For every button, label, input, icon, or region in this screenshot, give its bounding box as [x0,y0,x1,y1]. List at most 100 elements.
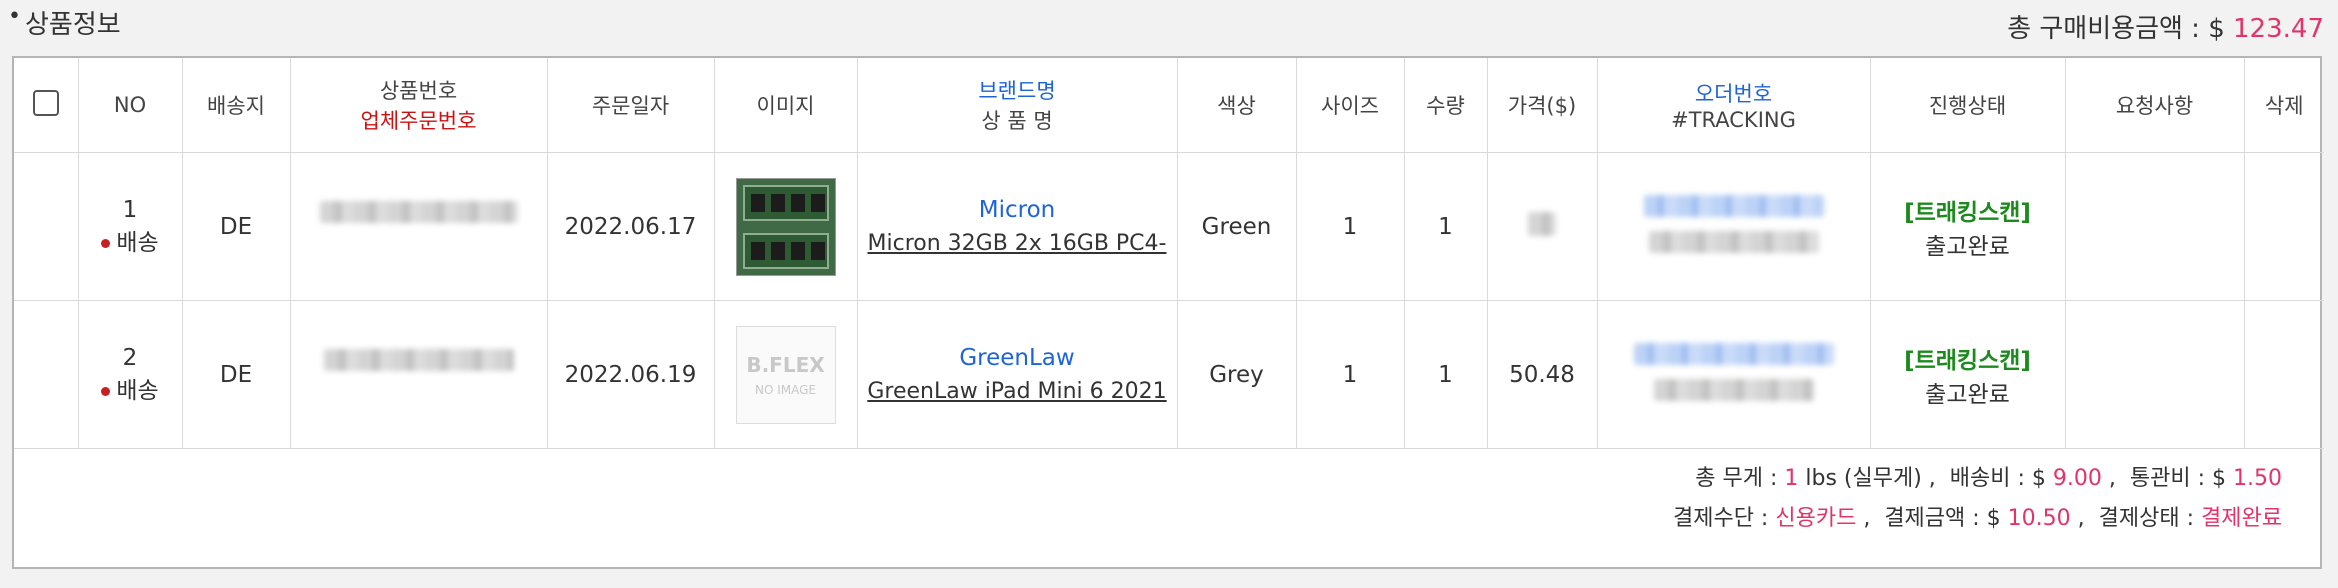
total-currency: $ [2208,14,2225,44]
header-price: 가격($) [1487,58,1598,153]
row-destination: DE [182,300,291,449]
row-select-cell [14,152,79,301]
header-brand-product: 브랜드명 상 품 명 [857,58,1178,153]
order-summary: 총 무게 : 1 lbs (실무게) , 배송비 : $ 9.00 , 통관비 … [1673,459,2282,539]
row-no: 1 [122,196,138,223]
redacted-block [323,348,514,371]
header-bar: • 상품정보 총 구매비용금액 : $ 123.47 [0,0,2338,54]
tracking-scan-link[interactable]: [트래킹스캔] [1872,341,2064,375]
header-quantity: 수량 [1404,58,1488,153]
row-order-tracking [1597,152,1871,301]
total-label: 총 구매비용금액 : [2007,14,2200,44]
row-delete [2244,152,2324,301]
redacted-block [319,200,518,223]
payment-amount-value: 10.50 [2007,506,2071,531]
ship-type-label: 배송 [116,229,159,256]
tracking-number-redacted [1599,230,1869,259]
brand-link[interactable]: GreenLaw [859,345,1176,371]
brand-link[interactable]: Micron [859,197,1176,223]
row-status: [트래킹스캔] 출고완료 [1870,300,2066,449]
section-title-text: 상품정보 [24,10,121,40]
row-price [1487,152,1598,301]
header-order-tracking: 오더번호 #TRACKING [1597,58,1871,153]
row-request [2065,152,2245,301]
redacted-block [1648,230,1819,253]
payment-amount-label: 결제금액 : $ [1884,506,2001,531]
tracking-scan-link[interactable]: [트래킹스캔] [1872,193,2064,227]
product-number-redacted [292,348,546,377]
price-redacted [1528,211,1556,236]
header-size: 사이즈 [1296,58,1405,153]
row-quantity: 1 [1404,300,1488,449]
table-header-row: NO 배송지 상품번호 업체주문번호 주문일자 이미지 브랜드명 상 품 명 색… [14,58,2324,153]
header-image: 이미지 [714,58,858,153]
product-name-link[interactable]: GreenLaw iPad Mini 6 2021 [867,379,1166,404]
row-delete [2244,300,2324,449]
table-row: 2 배송 DE 2022.06.19 B.FLEX NO IMAGE Green… [14,300,2324,449]
payment-method-value: 신용카드 [1775,506,1857,531]
ram-stick [742,232,829,269]
row-image-cell [714,152,858,301]
product-thumbnail[interactable] [735,177,836,276]
header-product-number: 상품번호 업체주문번호 [290,58,548,153]
select-all-checkbox[interactable] [32,89,59,116]
row-status: [트래킹스캔] 출고완료 [1870,152,2066,301]
header-color: 색상 [1177,58,1297,153]
header-request: 요청사항 [2065,58,2245,153]
summary-line-payment: 결제수단 : 신용카드 , 결제금액 : $ 10.50 , 결제상태 : 결제… [1673,499,2282,539]
row-brand-product: GreenLaw GreenLaw iPad Mini 6 2021 [857,300,1178,449]
header-brand: 브랜드명 [978,79,1056,103]
customs-value: 1.50 [2233,466,2282,491]
weight-unit: lbs (실무게) , [1805,466,1936,491]
header-product-number-label: 상품번호 [379,79,458,103]
weight-value: 1 [1784,466,1799,491]
row-product-number [290,300,548,449]
ram-stick [742,184,829,221]
no-image-placeholder[interactable]: B.FLEX NO IMAGE [735,325,836,424]
row-price: 50.48 [1487,300,1598,449]
bullet-icon: • [8,4,21,29]
order-number-redacted[interactable] [1599,194,1869,223]
header-delete: 삭제 [2244,58,2324,153]
row-no: 2 [122,344,138,371]
row-request [2065,300,2245,449]
payment-method-label: 결제수단 : [1672,506,1769,531]
header-vendor-order-number: 업체주문번호 [360,109,477,133]
header-status: 진행상태 [1870,58,2066,153]
row-color: Grey [1177,300,1297,449]
row-no-cell: 1 배송 [78,152,183,301]
ship-type: 배송 [80,371,181,405]
shipping-value: 9.00 [2052,466,2102,491]
row-order-date: 2022.06.19 [547,300,715,449]
status-text: 출고완료 [1925,381,2010,408]
payment-status-label: 결제상태 : [2098,506,2195,531]
no-image-text: NO IMAGE [754,382,816,397]
red-dot-icon [101,386,111,396]
tracking-number-redacted [1599,378,1869,407]
customs-label: 통관비 : $ [2129,466,2227,491]
section-title: • 상품정보 [8,4,121,41]
row-size: 1 [1296,152,1405,301]
ship-type-label: 배송 [116,377,159,404]
product-name-link[interactable]: Micron 32GB 2x 16GB PC4- [868,231,1167,256]
header-select-all[interactable] [14,58,79,153]
table-row: 1 배송 DE 2022.06.17 Micron Micron 32GB 2x… [14,152,2324,301]
payment-status-value: 결제완료 [2201,506,2282,531]
status-text: 출고완료 [1925,233,2010,260]
header-order-number: 오더번호 [1694,82,1773,106]
summary-line-weight-fees: 총 무게 : 1 lbs (실무게) , 배송비 : $ 9.00 , 통관비 … [1673,459,2282,499]
order-items-panel: NO 배송지 상품번호 업체주문번호 주문일자 이미지 브랜드명 상 품 명 색… [12,56,2324,569]
row-color: Green [1177,152,1297,301]
row-brand-product: Micron Micron 32GB 2x 16GB PC4- [857,152,1178,301]
shipping-label: 배송비 : $ [1949,466,2046,491]
product-number-redacted [292,200,546,229]
row-order-date: 2022.06.17 [547,152,715,301]
separator: , [1863,506,1871,531]
header-product-name: 상 품 명 [981,109,1053,133]
separator: , [2077,506,2085,531]
order-number-redacted[interactable] [1599,342,1869,371]
row-destination: DE [182,152,291,301]
redacted-block [1653,378,1814,401]
total-amount: 123.47 [2233,14,2324,44]
header-tracking: #TRACKING [1671,108,1796,132]
